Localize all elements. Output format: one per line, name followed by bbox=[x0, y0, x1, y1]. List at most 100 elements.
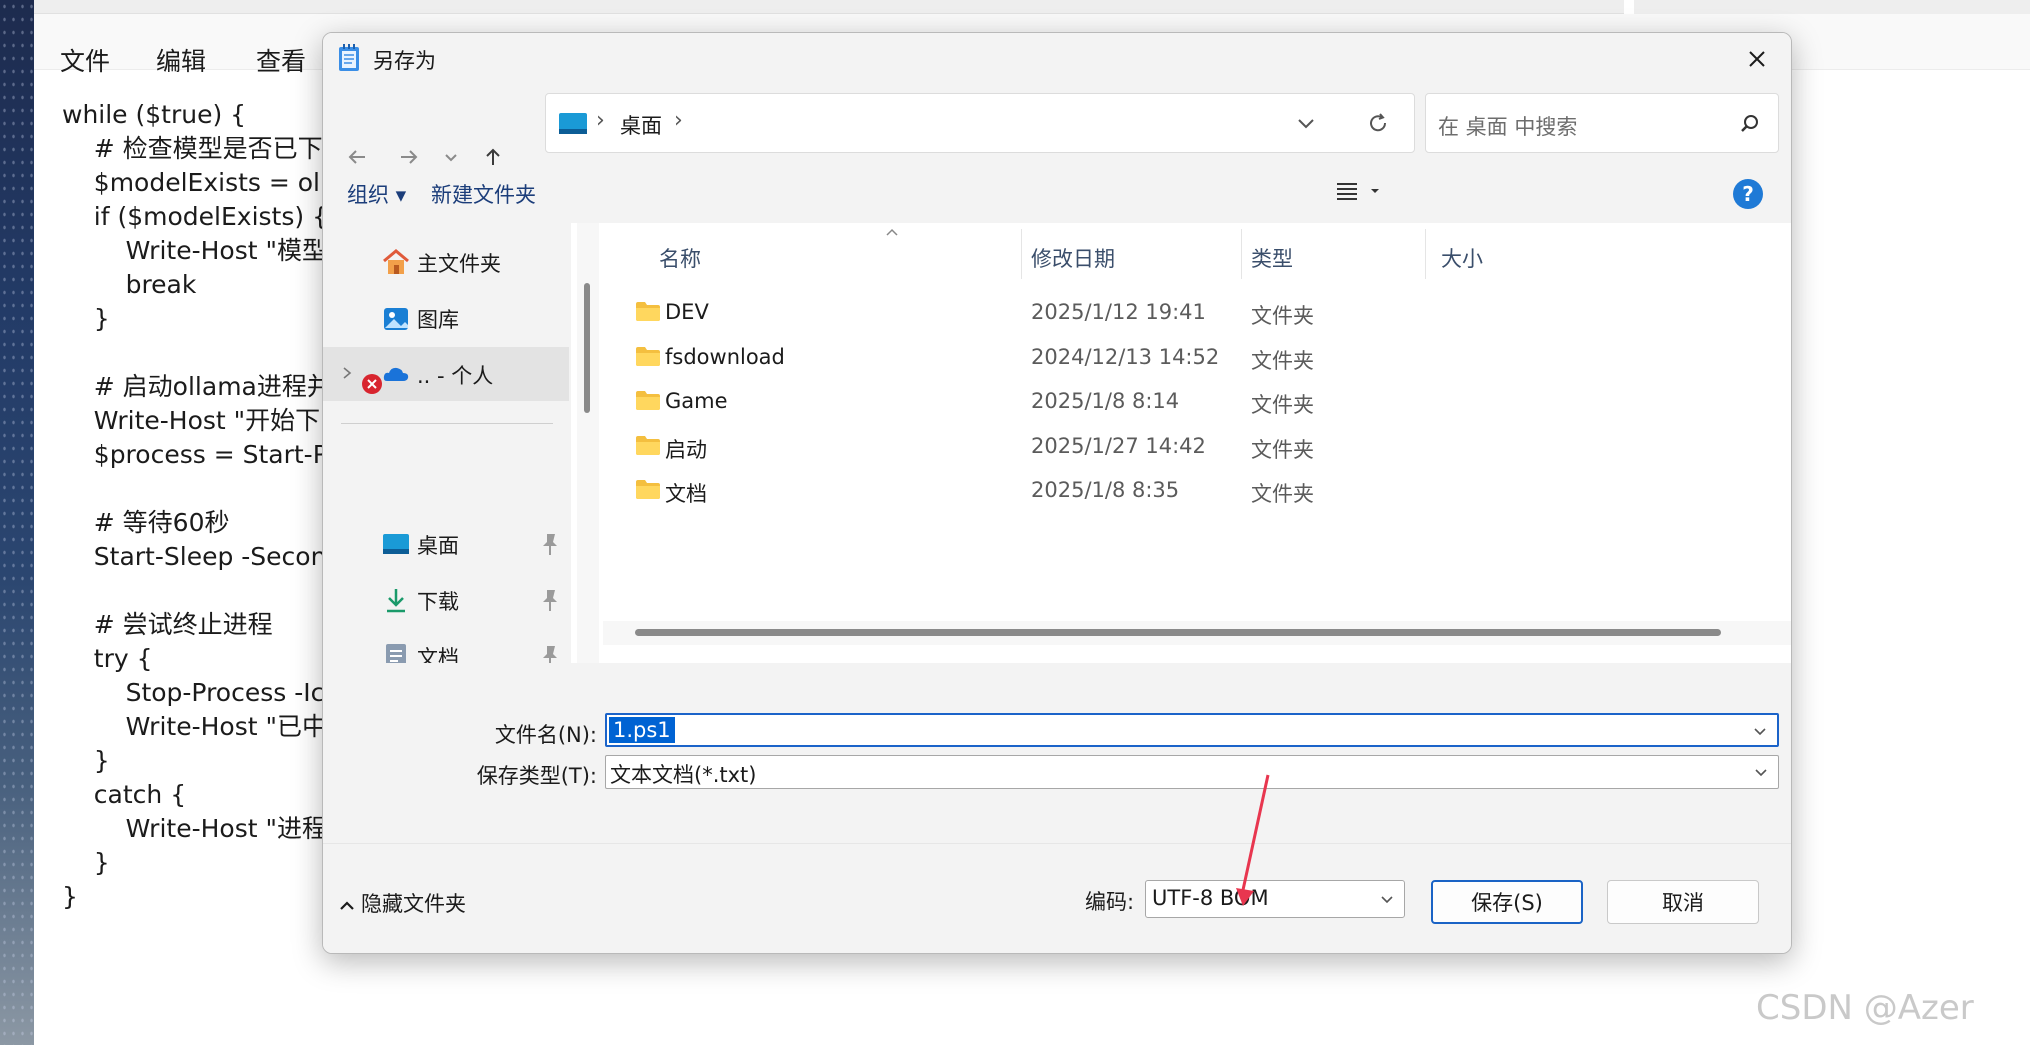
file-name: 文档 bbox=[665, 482, 707, 506]
column-modified[interactable]: 修改日期 bbox=[1031, 243, 1115, 273]
file-row[interactable]: DEV 2025/1/12 19:41 文件夹 bbox=[603, 289, 1791, 335]
column-divider[interactable] bbox=[1021, 229, 1022, 279]
code-line: Write-Host "已中 bbox=[62, 712, 327, 741]
encoding-value: UTF-8 BOM bbox=[1152, 886, 1269, 910]
file-row[interactable]: Game 2025/1/8 8:14 文件夹 bbox=[603, 378, 1791, 424]
file-name: fsdownload bbox=[665, 344, 785, 369]
search-field[interactable]: 在 桌面 中搜索 bbox=[1425, 93, 1779, 153]
column-divider[interactable] bbox=[1425, 229, 1426, 279]
error-badge-icon bbox=[362, 374, 382, 394]
encoding-label: 编码: bbox=[1085, 890, 1135, 914]
file-date: 2024/12/13 14:52 bbox=[1031, 344, 1220, 369]
code-line: # 检查模型是否已下 bbox=[62, 134, 323, 163]
file-date: 2025/1/8 8:35 bbox=[1031, 478, 1180, 502]
help-button[interactable]: ? bbox=[1733, 179, 1763, 209]
file-fields: 文件名(N): 1.ps1 保存类型(T): 文本文档(*.txt) bbox=[323, 663, 1791, 873]
pin-icon[interactable] bbox=[539, 531, 561, 557]
search-icon[interactable] bbox=[1738, 112, 1762, 136]
sort-ascending-icon bbox=[886, 228, 898, 236]
column-type[interactable]: 类型 bbox=[1251, 243, 1293, 273]
menu-file[interactable]: 文件 bbox=[60, 42, 110, 78]
column-divider[interactable] bbox=[1241, 229, 1242, 279]
filetype-select[interactable]: 文本文档(*.txt) bbox=[605, 755, 1779, 789]
gallery-icon bbox=[381, 303, 411, 333]
nav-item-label: 桌面 bbox=[417, 534, 459, 558]
file-type: 文件夹 bbox=[1251, 482, 1314, 506]
download-icon bbox=[381, 585, 411, 615]
desktop-icon bbox=[559, 113, 587, 134]
code-line: Write-Host "开始下 bbox=[62, 406, 321, 435]
organize-menu[interactable]: 组织 ▾ bbox=[347, 179, 406, 209]
view-options-icon[interactable] bbox=[1335, 179, 1383, 203]
search-placeholder: 在 桌面 中搜索 bbox=[1438, 115, 1578, 139]
code-line: while ($true) { bbox=[62, 100, 247, 129]
refresh-icon[interactable] bbox=[1366, 111, 1390, 135]
home-icon bbox=[381, 247, 411, 277]
chevron-down-icon[interactable] bbox=[1752, 763, 1770, 781]
file-date: 2025/1/27 14:42 bbox=[1031, 433, 1206, 458]
command-bar: 组织 ▾ 新建文件夹 bbox=[323, 163, 1791, 219]
cancel-button[interactable]: 取消 bbox=[1607, 880, 1759, 924]
hide-folders-toggle[interactable]: 隐藏文件夹 bbox=[339, 888, 466, 918]
file-name: 启动 bbox=[665, 437, 707, 462]
file-name: Game bbox=[665, 389, 728, 413]
dialog-titlebar: 另存为 bbox=[323, 33, 1791, 83]
close-button[interactable] bbox=[1737, 39, 1777, 79]
chevron-down-icon[interactable] bbox=[1296, 116, 1316, 132]
nav-item-label: 主文件夹 bbox=[417, 252, 501, 276]
notepad-tab-strip bbox=[34, 0, 1624, 14]
nav-scrollbar[interactable] bbox=[577, 223, 599, 663]
filename-input[interactable]: 1.ps1 bbox=[605, 713, 1779, 747]
breadcrumb-location[interactable]: 桌面 bbox=[620, 110, 662, 140]
file-row[interactable]: 启动 2025/1/27 14:42 文件夹 bbox=[603, 423, 1791, 469]
code-line: Start-Sleep -Secon bbox=[62, 542, 327, 571]
folder-icon bbox=[635, 388, 661, 412]
chevron-right-icon[interactable] bbox=[341, 365, 353, 381]
nav-item-label: 图库 bbox=[417, 308, 459, 332]
horizontal-scroll-thumb[interactable] bbox=[635, 629, 1721, 636]
menu-view[interactable]: 查看 bbox=[256, 42, 306, 78]
code-line: } bbox=[62, 746, 110, 775]
nav-item[interactable]: 主文件夹 bbox=[323, 235, 569, 289]
nav-item[interactable]: .. - 个人 bbox=[323, 347, 569, 401]
encoding-select[interactable]: UTF-8 BOM bbox=[1145, 880, 1405, 918]
code-line: # 尝试终止进程 bbox=[62, 610, 273, 639]
column-name[interactable]: 名称 bbox=[659, 243, 701, 273]
nav-item[interactable]: 下载 bbox=[323, 573, 569, 627]
code-line: $process = Start-P bbox=[62, 440, 328, 469]
column-size[interactable]: 大小 bbox=[1441, 243, 1483, 273]
file-row[interactable]: fsdownload 2024/12/13 14:52 文件夹 bbox=[603, 334, 1791, 380]
file-row[interactable]: 文档 2025/1/8 8:35 文件夹 bbox=[603, 467, 1791, 513]
notepad-tab-strip-right bbox=[1634, 0, 2030, 14]
file-name: DEV bbox=[665, 300, 709, 324]
new-folder-button[interactable]: 新建文件夹 bbox=[431, 179, 536, 209]
folder-icon bbox=[635, 477, 661, 501]
desktop-icon bbox=[381, 529, 411, 559]
nav-item-label: 下载 bbox=[417, 590, 459, 614]
nav-scroll-thumb[interactable] bbox=[584, 283, 590, 413]
code-line: if ($modelExists) { bbox=[62, 202, 328, 231]
menu-edit[interactable]: 编辑 bbox=[156, 42, 206, 78]
file-type: 文件夹 bbox=[1251, 393, 1314, 417]
code-line: Write-Host "模型 bbox=[62, 236, 327, 265]
pin-icon[interactable] bbox=[539, 587, 561, 613]
notepad-icon bbox=[339, 44, 359, 71]
code-line: catch { bbox=[62, 780, 187, 809]
filetype-value: 文本文档(*.txt) bbox=[610, 763, 757, 787]
breadcrumb-trail[interactable]: › bbox=[674, 108, 683, 133]
chevron-down-icon[interactable] bbox=[1751, 722, 1769, 740]
nav-item[interactable]: 图库 bbox=[323, 291, 569, 345]
code-line: try { bbox=[62, 644, 153, 673]
chevron-up-icon bbox=[340, 901, 354, 910]
nav-separator bbox=[341, 423, 553, 424]
code-line: # 等待60秒 bbox=[62, 508, 230, 537]
save-button[interactable]: 保存(S) bbox=[1431, 880, 1583, 924]
code-line: } bbox=[62, 304, 110, 333]
nav-item[interactable]: 桌面 bbox=[323, 517, 569, 571]
chevron-down-icon[interactable] bbox=[1378, 890, 1396, 908]
code-line: break bbox=[62, 270, 197, 299]
save-as-dialog: 另存为 › 桌面 › 在 桌面 中搜索 组织 ▾ 新建文件夹 ? 主文件夹 图库… bbox=[322, 32, 1792, 954]
horizontal-scrollbar[interactable] bbox=[603, 621, 1791, 645]
code-line: $modelExists = olla bbox=[62, 168, 343, 197]
address-bar[interactable]: › 桌面 › bbox=[545, 93, 1415, 153]
